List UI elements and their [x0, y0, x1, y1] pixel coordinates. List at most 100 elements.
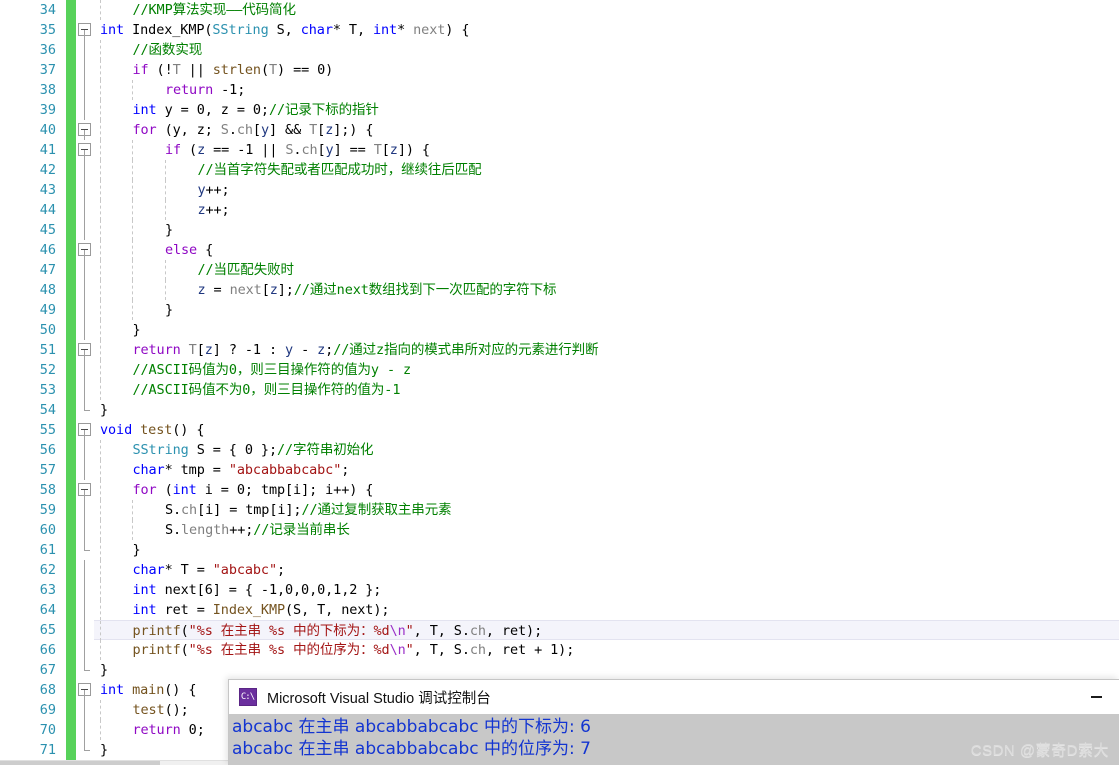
code-line-content[interactable]: int y = 0, z = 0;//记录下标的指针 [94, 100, 1119, 120]
outline-column[interactable] [76, 380, 94, 400]
code-line-content[interactable]: S.length++;//记录当前串长 [94, 520, 1119, 540]
code-line[interactable]: 66 printf("%s 在主串 %s 中的位序为：%d\n", T, S.ch… [0, 640, 1119, 660]
code-line-content[interactable]: //ASCII码值为0，则三目操作符的值为y - z [94, 360, 1119, 380]
outline-column[interactable] [76, 340, 94, 360]
code-line[interactable]: 49} [0, 300, 1119, 320]
code-line-content[interactable]: void test() { [94, 420, 1119, 440]
code-line-content[interactable]: int next[6] = { -1,0,0,0,1,2 }; [94, 580, 1119, 600]
outline-column[interactable] [76, 640, 94, 660]
outline-column[interactable] [76, 60, 94, 80]
code-line[interactable]: 48 z = next[z];//通过next数组找到下一次匹配的字符下标 [0, 280, 1119, 300]
code-line-content[interactable]: return -1; [94, 80, 1119, 100]
code-line[interactable]: 37 if (!T || strlen(T) == 0) [0, 60, 1119, 80]
code-line-content[interactable]: } [94, 320, 1119, 340]
code-line-content[interactable]: z = next[z];//通过next数组找到下一次匹配的字符下标 [94, 280, 1119, 300]
code-line-content[interactable]: char* T = "abcabc"; [94, 560, 1119, 580]
code-line-content[interactable]: } [94, 220, 1119, 240]
outline-column[interactable] [76, 400, 94, 420]
code-line-content[interactable]: for (int i = 0; tmp[i]; i++) { [94, 480, 1119, 500]
code-line-content[interactable]: if (z == -1 || S.ch[y] == T[z]) { [94, 140, 1119, 160]
window-controls[interactable] [1074, 680, 1119, 714]
code-line[interactable]: 38 return -1; [0, 80, 1119, 100]
code-line[interactable]: 60 S.length++;//记录当前串长 [0, 520, 1119, 540]
outline-column[interactable] [76, 280, 94, 300]
outline-column[interactable] [76, 260, 94, 280]
debug-console-window[interactable]: C:\ Microsoft Visual Studio 调试控制台 abcabc… [228, 679, 1119, 765]
outline-column[interactable] [76, 580, 94, 600]
outline-column[interactable] [76, 20, 94, 40]
code-line-content[interactable]: //KMP算法实现——代码简化 [94, 0, 1119, 20]
outline-column[interactable] [76, 520, 94, 540]
outline-column[interactable] [76, 700, 94, 720]
code-line-content[interactable]: y++; [94, 180, 1119, 200]
code-line-content[interactable]: //ASCII码值不为0，则三目操作符的值为-1 [94, 380, 1119, 400]
code-line[interactable]: 41 if (z == -1 || S.ch[y] == T[z]) { [0, 140, 1119, 160]
code-line-content[interactable]: //当匹配失败时 [94, 260, 1119, 280]
outline-column[interactable] [76, 600, 94, 620]
code-line-content[interactable]: printf("%s 在主串 %s 中的下标为：%d\n", T, S.ch, … [94, 620, 1119, 641]
outline-column[interactable] [76, 180, 94, 200]
outline-column[interactable] [76, 460, 94, 480]
code-line[interactable]: 42 //当首字符失配或者匹配成功时，继续往后匹配 [0, 160, 1119, 180]
code-line[interactable]: 52 //ASCII码值为0，则三目操作符的值为y - z [0, 360, 1119, 380]
code-line[interactable]: 44 z++; [0, 200, 1119, 220]
outline-column[interactable] [76, 300, 94, 320]
code-line[interactable]: 34 //KMP算法实现——代码简化 [0, 0, 1119, 20]
code-line[interactable]: 43 y++; [0, 180, 1119, 200]
outline-column[interactable] [76, 140, 94, 160]
outline-column[interactable] [76, 160, 94, 180]
code-line[interactable]: 59 S.ch[i] = tmp[i];//通过复制获取主串元素 [0, 500, 1119, 520]
code-line[interactable]: 64 int ret = Index_KMP(S, T, next); [0, 600, 1119, 620]
outline-column[interactable] [76, 40, 94, 60]
code-line[interactable]: 58 for (int i = 0; tmp[i]; i++) { [0, 480, 1119, 500]
outline-column[interactable] [76, 240, 94, 260]
code-line[interactable]: 63 int next[6] = { -1,0,0,0,1,2 }; [0, 580, 1119, 600]
code-line-content[interactable]: S.ch[i] = tmp[i];//通过复制获取主串元素 [94, 500, 1119, 520]
code-line[interactable]: 53 //ASCII码值不为0，则三目操作符的值为-1 [0, 380, 1119, 400]
outline-column[interactable] [76, 320, 94, 340]
code-line-content[interactable]: for (y, z; S.ch[y] && T[z];) { [94, 120, 1119, 140]
outline-column[interactable] [76, 480, 94, 500]
console-output[interactable]: abcabc 在主串 abcabbabcabc 中的下标为: 6 abcabc … [229, 714, 1119, 765]
code-line-content[interactable]: } [94, 300, 1119, 320]
code-line-content[interactable]: else { [94, 240, 1119, 260]
outline-column[interactable] [76, 720, 94, 740]
horizontal-scrollbar[interactable] [0, 760, 228, 765]
outline-column[interactable] [76, 660, 94, 680]
code-line[interactable]: 35 int Index_KMP(SString S, char* T, int*… [0, 20, 1119, 40]
code-line[interactable]: 67} [0, 660, 1119, 680]
code-line-content[interactable]: //函数实现 [94, 40, 1119, 60]
outline-column[interactable] [76, 500, 94, 520]
code-line[interactable]: 61} [0, 540, 1119, 560]
code-line[interactable]: 56 SString S = { 0 };//字符串初始化 [0, 440, 1119, 460]
code-editor[interactable]: 34//KMP算法实现——代码简化 35 int Index_KMP(SString… [0, 0, 1119, 765]
code-lines-container[interactable]: 34//KMP算法实现——代码简化 35 int Index_KMP(SString… [0, 0, 1119, 760]
code-line[interactable]: 57 char* tmp = "abcabbabcabc"; [0, 460, 1119, 480]
outline-column[interactable] [76, 440, 94, 460]
code-line[interactable]: 39 int y = 0, z = 0;//记录下标的指针 [0, 100, 1119, 120]
code-line-content[interactable]: } [94, 400, 1119, 420]
outline-column[interactable] [76, 200, 94, 220]
code-line-content[interactable]: //当首字符失配或者匹配成功时，继续往后匹配 [94, 160, 1119, 180]
code-line-content[interactable]: if (!T || strlen(T) == 0) [94, 60, 1119, 80]
code-line-content[interactable]: SString S = { 0 };//字符串初始化 [94, 440, 1119, 460]
minimize-button[interactable] [1074, 680, 1119, 714]
code-line[interactable]: 54} [0, 400, 1119, 420]
horizontal-scrollbar-thumb[interactable] [0, 761, 160, 765]
outline-column[interactable] [76, 740, 94, 760]
code-line[interactable]: 65 printf("%s 在主串 %s 中的下标为：%d\n", T, S.ch… [0, 620, 1119, 641]
outline-column[interactable] [76, 680, 94, 700]
code-line-content[interactable]: int ret = Index_KMP(S, T, next); [94, 600, 1119, 620]
outline-column[interactable] [76, 220, 94, 240]
outline-column[interactable] [76, 540, 94, 560]
code-line[interactable]: 45} [0, 220, 1119, 240]
code-line-content[interactable]: printf("%s 在主串 %s 中的位序为：%d\n", T, S.ch, … [94, 640, 1119, 660]
code-line-content[interactable]: int Index_KMP(SString S, char* T, int* n… [94, 20, 1119, 40]
code-line[interactable]: 62 char* T = "abcabc"; [0, 560, 1119, 580]
code-line[interactable]: 51 return T[z] ? -1 : y - z;//通过z指向的模式串所对… [0, 340, 1119, 360]
code-line-content[interactable]: return T[z] ? -1 : y - z;//通过z指向的模式串所对应的… [94, 340, 1119, 360]
code-line[interactable]: 50} [0, 320, 1119, 340]
code-line[interactable]: 47 //当匹配失败时 [0, 260, 1119, 280]
code-line-content[interactable]: char* tmp = "abcabbabcabc"; [94, 460, 1119, 480]
code-line-content[interactable]: z++; [94, 200, 1119, 220]
